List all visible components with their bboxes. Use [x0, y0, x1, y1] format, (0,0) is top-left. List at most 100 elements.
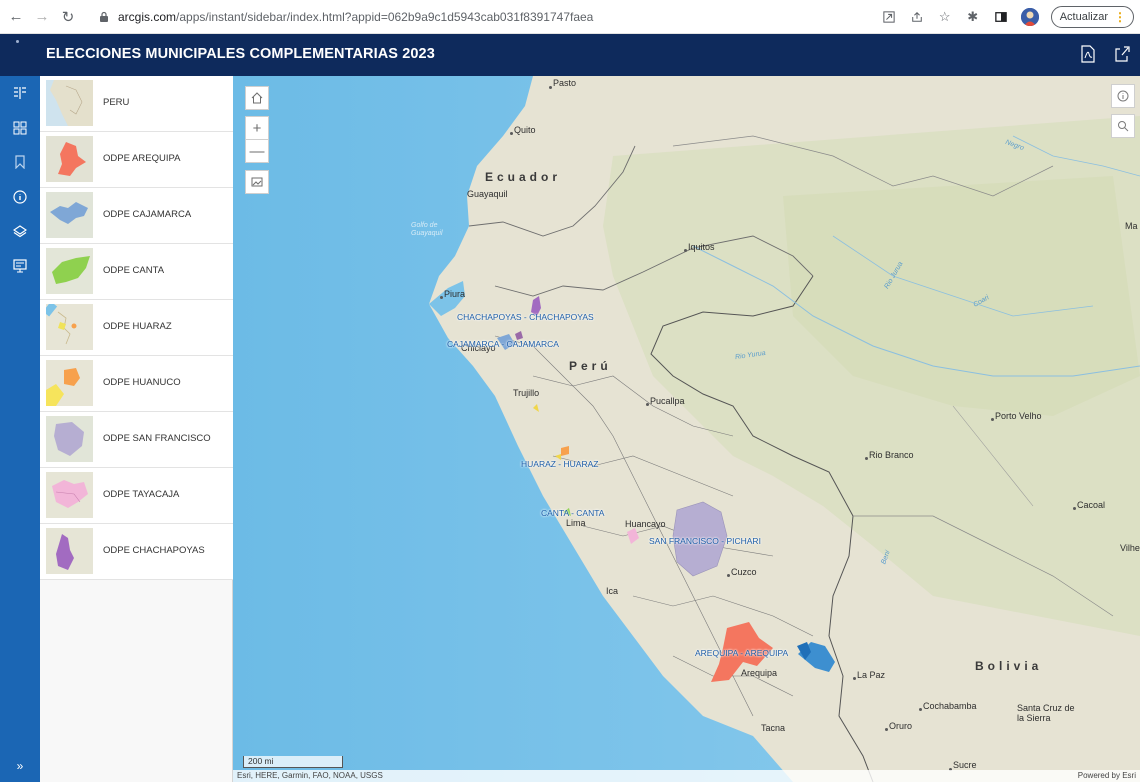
list-item[interactable]: ODPE CAJAMARCA: [40, 188, 233, 244]
side-panel-icon[interactable]: [993, 9, 1009, 25]
list-item-label: PERU: [103, 97, 130, 108]
lock-icon: [100, 11, 108, 22]
city-dot: [853, 677, 856, 680]
share-icon[interactable]: [909, 9, 925, 25]
expand-panel-icon[interactable]: »: [0, 756, 40, 776]
list-item[interactable]: ODPE AREQUIPA: [40, 132, 233, 188]
grid-view-icon[interactable]: [0, 113, 40, 143]
back-arrow-icon[interactable]: ←: [4, 5, 28, 29]
city-dot: [549, 86, 552, 89]
zoom-in-button[interactable]: +: [245, 116, 269, 140]
print-pdf-icon[interactable]: [1080, 45, 1096, 63]
thumbnail-map: [46, 528, 93, 574]
list-item-label: ODPE CANTA: [103, 265, 165, 276]
city-label: Pasto: [553, 78, 577, 88]
plus-icon: +: [252, 119, 262, 137]
city-label: Trujillo: [513, 388, 540, 398]
thumbnail-map: [46, 136, 93, 182]
list-item-label: ODPE HUANUCO: [103, 377, 181, 388]
search-icon: [1118, 121, 1129, 132]
basemap-toggle-button[interactable]: [245, 170, 269, 194]
minus-icon: —: [249, 142, 265, 160]
city-label: Pucallpa: [650, 396, 685, 406]
odpe-label: SAN FRANCISCO - PICHARI: [649, 536, 761, 546]
info-icon: [1117, 90, 1129, 102]
extensions-puzzle-icon[interactable]: ✱: [965, 9, 981, 25]
city-label: Sucre: [953, 760, 977, 770]
bookmark-icon[interactable]: [0, 147, 40, 177]
side-toolbar: »: [0, 76, 40, 782]
list-item-label: ODPE TAYACAJA: [103, 489, 180, 500]
thumbnail-map: [46, 192, 93, 238]
city-label: Cacoal: [1077, 500, 1106, 510]
city-label: Cochabamba: [923, 701, 977, 711]
list-item[interactable]: ODPE CANTA: [40, 244, 233, 300]
city-label: Ica: [606, 586, 619, 596]
odpe-label: AREQUIPA - AREQUIPA: [695, 648, 789, 658]
odpe-label: CANTA - CANTA: [541, 508, 605, 518]
city-dot: [646, 403, 649, 406]
city-dot: [440, 296, 443, 299]
update-browser-button[interactable]: Actualizar ⋮: [1050, 6, 1134, 28]
city-label: Santa Cruz de la Sierra: [1017, 703, 1075, 723]
legend-icon[interactable]: [0, 251, 40, 281]
city-label: Cuzco: [731, 567, 757, 577]
odpe-label: CAJAMARCA - CAJAMARCA: [447, 339, 559, 349]
city-label: Vilhe: [1120, 543, 1140, 553]
reload-icon[interactable]: ↻: [56, 5, 80, 29]
attribution-text: Esri, HERE, Garmin, FAO, NOAA, USGS: [237, 771, 383, 780]
share-icon[interactable]: [1114, 45, 1130, 63]
thumbnail-map: [46, 80, 93, 126]
odpe-label: HUARAZ - HUARAZ: [521, 459, 599, 469]
odpe-label: CHACHAPOYAS - CHACHAPOYAS: [457, 312, 594, 322]
city-label: Rio Branco: [869, 450, 914, 460]
country-label: Bolivia: [975, 659, 1043, 673]
install-app-icon[interactable]: [881, 9, 897, 25]
more-menu-icon: ⋮: [1114, 10, 1126, 24]
city-dot: [510, 132, 513, 135]
city-label: Porto Velho: [995, 411, 1042, 421]
url-path: /apps/instant/sidebar/index.html?appid=0…: [176, 10, 594, 24]
list-item[interactable]: ODPE CHACHAPOYAS: [40, 524, 233, 580]
update-label: Actualizar: [1059, 11, 1108, 23]
list-item-label: ODPE CAJAMARCA: [103, 209, 192, 220]
forward-arrow-icon[interactable]: →: [30, 5, 54, 29]
powered-by-link[interactable]: Powered by Esri: [1078, 770, 1136, 782]
thumbnail-map: [46, 416, 93, 462]
basemap: [233, 76, 1140, 782]
country-label: Ecuador: [485, 170, 562, 184]
city-label: Arequipa: [741, 668, 778, 678]
map-view[interactable]: + — Ecuador Perú Bolivia Pasto Quito Gua…: [233, 76, 1140, 782]
list-item[interactable]: ODPE HUARAZ: [40, 300, 233, 356]
info-icon[interactable]: [0, 182, 40, 212]
map-info-button[interactable]: [1111, 84, 1135, 108]
list-view-icon[interactable]: [0, 78, 40, 108]
thumbnail-map: [46, 248, 93, 294]
list-item[interactable]: ODPE SAN FRANCISCO: [40, 412, 233, 468]
city-label: Iquitos: [688, 242, 715, 252]
zoom-out-button[interactable]: —: [245, 139, 269, 163]
city-label: Ma: [1125, 221, 1138, 231]
city-label: Guayaquil: [467, 189, 508, 199]
bookmark-star-icon[interactable]: ☆: [937, 9, 953, 25]
city-dot: [865, 457, 868, 460]
profile-avatar[interactable]: [1020, 8, 1039, 26]
list-item[interactable]: ODPE HUANUCO: [40, 356, 233, 412]
map-attribution: Esri, HERE, Garmin, FAO, NOAA, USGS Powe…: [233, 770, 1140, 782]
list-item[interactable]: ODPE TAYACAJA: [40, 468, 233, 524]
city-label: La Paz: [857, 670, 886, 680]
city-label: Lima: [566, 518, 586, 528]
layers-icon[interactable]: [0, 216, 40, 246]
list-item-label: ODPE HUARAZ: [103, 321, 172, 332]
basemap-icon: [251, 177, 263, 187]
list-item-label: ODPE SAN FRANCISCO: [103, 433, 211, 444]
list-item-label: ODPE CHACHAPOYAS: [103, 545, 205, 556]
list-item-label: ODPE AREQUIPA: [103, 153, 181, 164]
search-button[interactable]: [1111, 114, 1135, 138]
address-bar[interactable]: arcgis.com/apps/instant/sidebar/index.ht…: [98, 6, 593, 28]
home-button[interactable]: [245, 86, 269, 110]
city-dot: [1073, 507, 1076, 510]
list-item[interactable]: PERU: [40, 76, 233, 132]
sea-label: Golfo de Guayaquil: [411, 222, 443, 237]
city-label: Oruro: [889, 721, 913, 731]
